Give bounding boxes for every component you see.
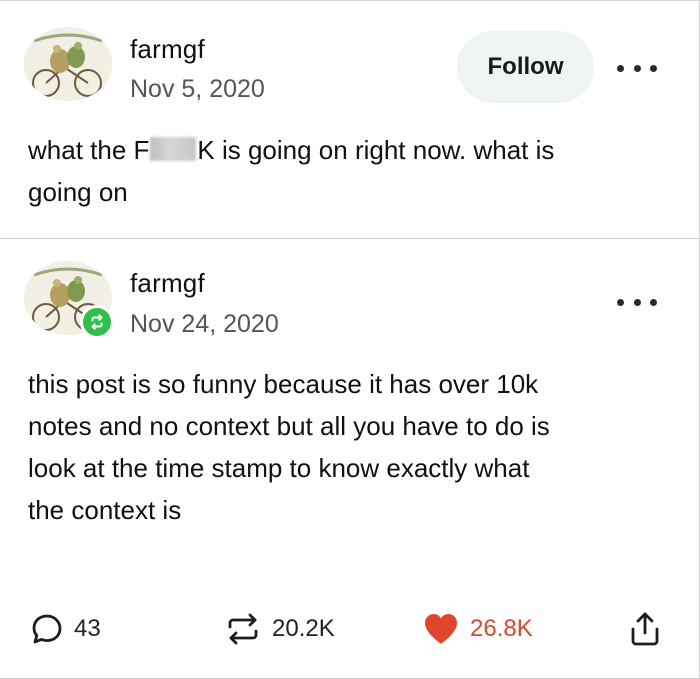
reply-button[interactable]: 43 xyxy=(30,599,101,659)
heart-icon xyxy=(425,614,457,644)
post-text-part: what the F xyxy=(28,135,150,165)
post-text: what the F K is going on right now. what … xyxy=(28,129,668,213)
reblog-arrows-icon xyxy=(228,613,258,645)
post-card: farmgf Nov 5, 2020 Follow what the F K is… xyxy=(0,0,700,679)
post-date[interactable]: Nov 24, 2020 xyxy=(130,310,279,339)
post-date[interactable]: Nov 5, 2020 xyxy=(130,75,265,104)
share-button[interactable] xyxy=(628,599,662,659)
post-text: this post is so funny because it has ove… xyxy=(28,363,668,531)
more-options-icon[interactable] xyxy=(617,61,657,75)
follow-button[interactable]: Follow xyxy=(457,31,594,103)
speech-bubble-icon xyxy=(32,614,62,644)
reblog-badge-icon xyxy=(80,305,114,339)
reblog-button[interactable]: 20.2K xyxy=(224,599,335,659)
reply-count: 43 xyxy=(74,615,101,642)
reblog-count: 20.2K xyxy=(272,615,335,642)
action-bar: 43 20.2K 26.8K xyxy=(0,599,700,659)
censor-blur xyxy=(150,137,197,161)
post-text-line: this post is so funny because it has ove… xyxy=(28,369,539,399)
post-text-part: K is going on right now. what is xyxy=(197,135,555,165)
share-icon xyxy=(631,612,659,646)
like-button[interactable]: 26.8K xyxy=(422,599,533,659)
username[interactable]: farmgf xyxy=(130,34,205,65)
avatar[interactable] xyxy=(24,27,112,101)
frog-and-toad-bicycle-icon xyxy=(24,27,112,101)
post-text-line: the context is xyxy=(28,495,182,525)
post-text-line: look at the time stamp to know exactly w… xyxy=(28,453,530,483)
post-text-line: notes and no context but all you have to… xyxy=(28,411,550,441)
username[interactable]: farmgf xyxy=(130,268,205,299)
more-options-icon[interactable] xyxy=(617,295,657,309)
original-post: farmgf Nov 5, 2020 Follow what the F K is… xyxy=(0,1,700,239)
like-count: 26.8K xyxy=(470,615,533,642)
post-text-line: going on xyxy=(28,177,128,207)
